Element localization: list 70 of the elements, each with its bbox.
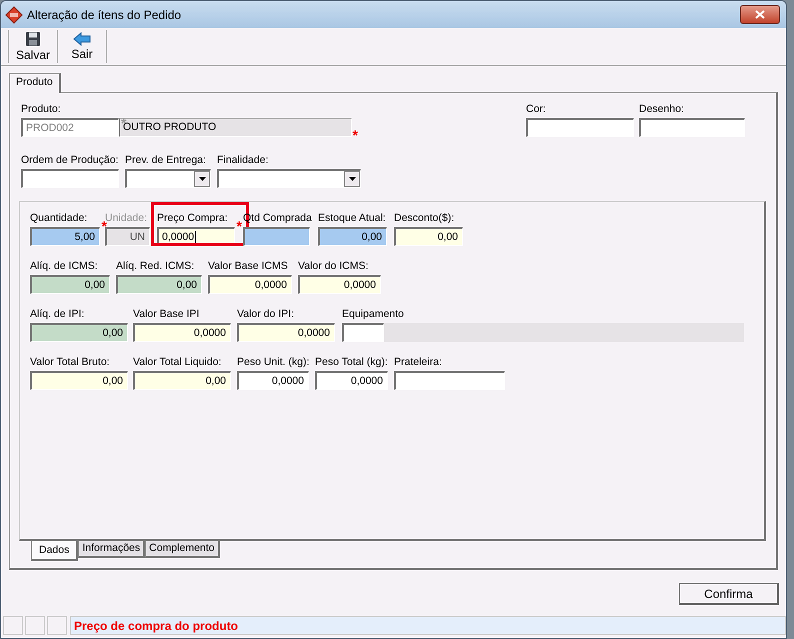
exit-button[interactable]: Sair [57, 30, 107, 63]
required-mark: * [352, 131, 358, 140]
tab[interactable]: Dados [31, 541, 78, 561]
status-panel [47, 616, 67, 635]
required-mark: * [102, 222, 107, 231]
input-field[interactable]: 0,0000 [133, 323, 231, 342]
field-label: Preço Compra: [157, 212, 228, 226]
field-label: Ordem de Produção: [21, 154, 118, 168]
field-label: Estoque Atual: [318, 212, 386, 226]
input-field[interactable]: 0,00 [30, 371, 128, 390]
input-field[interactable] [639, 118, 745, 137]
close-icon [755, 10, 765, 19]
field-label: Valor Total Liquido: [133, 356, 222, 370]
confirm-button[interactable]: Confirma [679, 583, 779, 605]
field-label: Prateleira: [394, 356, 442, 370]
input-field[interactable]: 5,00 [30, 227, 100, 246]
input-field[interactable]: 0,0000 [298, 275, 381, 294]
required-mark: * [236, 222, 242, 231]
input-field[interactable]: 0,0000 [208, 275, 292, 294]
field-label: Desconto($): [394, 212, 454, 226]
field-label: Cor: [526, 103, 546, 117]
field-label: Prev. de Entrega: [125, 154, 206, 168]
input-field[interactable] [526, 118, 634, 137]
field-label: Unidade: [105, 212, 148, 224]
field-label: Alíq. de ICMS: [30, 260, 98, 274]
status-panel [25, 616, 45, 635]
window-title: Alteração de ítens do Pedido [27, 8, 182, 22]
status-panel [3, 616, 23, 635]
tab[interactable]: Complemento [145, 541, 220, 558]
save-button[interactable]: Salvar [8, 30, 58, 63]
field-label: Equipamento [342, 308, 404, 322]
field-label: Valor Total Bruto: [30, 356, 110, 370]
input-field[interactable] [394, 371, 505, 390]
input-field[interactable]: 0,00 [133, 371, 231, 390]
input-field[interactable] [342, 323, 384, 342]
field-label: Quantidade: [30, 212, 88, 226]
input-field[interactable]: 0,00 [116, 275, 202, 294]
field-label: Valor Base ICMS [208, 260, 288, 274]
field-label: Peso Total (kg): [315, 356, 388, 370]
input-field[interactable] [21, 169, 119, 188]
field-label: Produto: [21, 103, 61, 117]
field-label: Alíq. de IPI: [30, 308, 84, 322]
caret-down-icon [198, 177, 206, 181]
field-label: Peso Unit. (kg): [237, 356, 310, 370]
input-field[interactable]: 0,00 [30, 275, 110, 294]
field-label: Valor do IPI: [237, 308, 294, 322]
dropdown-field[interactable] [125, 169, 211, 188]
product-code-field[interactable]: PROD002 [21, 118, 119, 137]
app-logo-icon [5, 6, 23, 24]
dropdown-button[interactable] [194, 171, 210, 187]
field-label: Valor do ICMS: [298, 260, 368, 274]
status-message: Preço de compra do produto [70, 616, 786, 635]
field-label: Alíq. Red. ICMS: [116, 260, 194, 274]
input-field[interactable]: 0,00 [30, 323, 128, 342]
input-field[interactable]: 0,00 [394, 227, 463, 246]
input-field[interactable]: 0,00 [318, 227, 387, 246]
tab[interactable]: Produto [9, 73, 61, 93]
arrow-left-icon [73, 32, 91, 46]
dropdown-field[interactable] [217, 169, 361, 188]
close-button[interactable] [740, 5, 780, 24]
input-field[interactable]: 0,0000 [237, 323, 335, 342]
field-label: Desenho: [639, 103, 684, 117]
dropdown-button[interactable] [344, 171, 360, 187]
input-field[interactable] [243, 227, 310, 246]
field-label: Valor Base IPI [133, 308, 200, 322]
field-label: Finalidade: [217, 154, 268, 168]
input-field[interactable]: 0,0000 [237, 371, 309, 390]
tab[interactable]: Informações [78, 541, 146, 558]
caret-down-icon [348, 177, 356, 181]
input-field[interactable]: 0,0000 [315, 371, 388, 390]
